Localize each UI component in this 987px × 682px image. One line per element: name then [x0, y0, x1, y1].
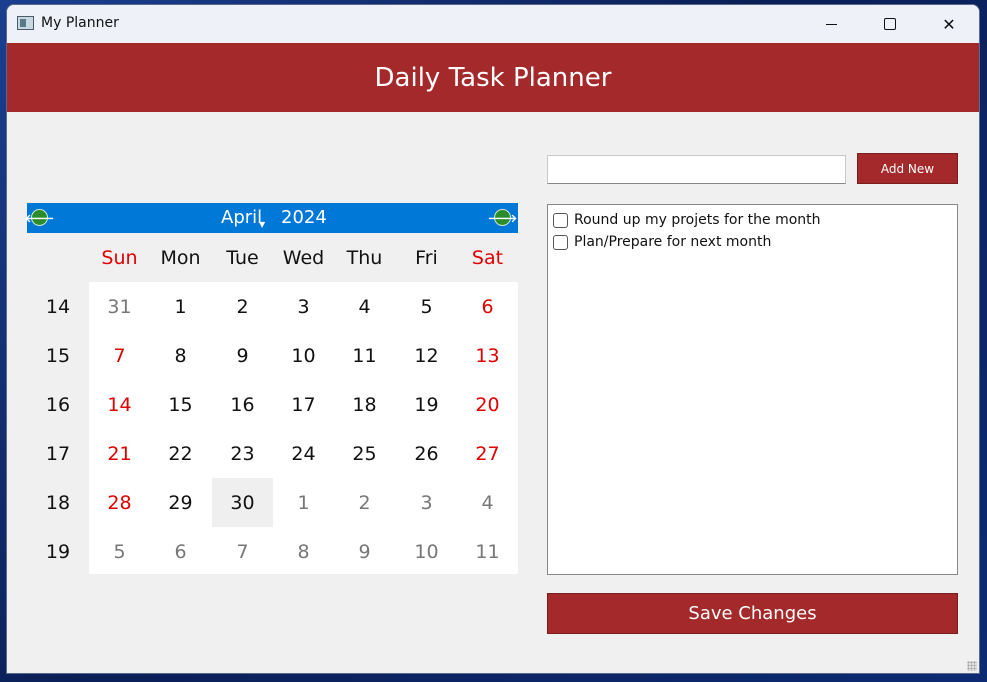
calendar-day[interactable]: 5	[396, 282, 457, 331]
save-changes-button[interactable]: Save Changes	[547, 593, 958, 634]
calendar-day[interactable]: 6	[457, 282, 518, 331]
weekday-label: Sun	[101, 246, 138, 269]
task-item[interactable]: Plan/Prepare for next month	[553, 232, 771, 252]
weekday-label: Tue	[226, 246, 259, 269]
calendar-navigation-bar: 🡐 April ▼ 2024 🡒	[25, 203, 518, 233]
calendar-day[interactable]: 1	[150, 282, 211, 331]
weekday-label: Mon	[160, 246, 201, 269]
week-number: 19	[45, 540, 71, 563]
left-arrow-icon: 🡐	[24, 211, 55, 225]
calendar-day[interactable]: 16	[212, 380, 273, 429]
calendar-day[interactable]: 6	[150, 527, 211, 576]
calendar-day[interactable]: 7	[212, 527, 273, 576]
calendar-day[interactable]: 5	[89, 527, 150, 576]
right-arrow-icon: 🡒	[487, 211, 518, 225]
task-input[interactable]	[547, 155, 846, 184]
calendar-day[interactable]: 25	[334, 429, 395, 478]
calendar-day[interactable]: 15	[150, 380, 211, 429]
calendar-day[interactable]: 31	[89, 282, 150, 331]
calendar-day[interactable]: 22	[150, 429, 211, 478]
calendar-day[interactable]: 4	[457, 478, 518, 527]
close-icon: ✕	[942, 14, 956, 34]
calendar-day[interactable]: 9	[334, 527, 395, 576]
calendar-day[interactable]: 20	[457, 380, 518, 429]
calendar-day[interactable]: 8	[273, 527, 334, 576]
minimize-button[interactable]	[802, 5, 860, 43]
week-number: 16	[45, 393, 71, 416]
page-header: Daily Task Planner	[7, 43, 979, 112]
calendar-day[interactable]: 4	[334, 282, 395, 331]
minimize-icon	[825, 23, 837, 25]
next-month-button[interactable]: 🡒	[488, 209, 517, 226]
calendar-day[interactable]: 14	[89, 380, 150, 429]
weekday-label: Fri	[415, 246, 438, 269]
task-checkbox[interactable]	[553, 234, 568, 250]
calendar-day[interactable]: 2	[212, 282, 273, 331]
resize-grip-icon[interactable]	[967, 661, 977, 671]
year-selector[interactable]: 2024	[281, 207, 327, 228]
task-label: Round up my projets for the month	[574, 212, 821, 228]
calendar-day[interactable]: 13	[457, 331, 518, 380]
maximize-button[interactable]	[861, 5, 919, 43]
calendar-day[interactable]: 26	[396, 429, 457, 478]
calendar-day[interactable]: 2	[334, 478, 395, 527]
calendar-day[interactable]: 11	[334, 331, 395, 380]
calendar-day[interactable]: 3	[396, 478, 457, 527]
weekday-header: Sun Mon Tue Wed Thu Fri Sat	[27, 233, 518, 282]
app-icon	[17, 16, 34, 30]
calendar-day[interactable]: 27	[457, 429, 518, 478]
calendar-day[interactable]: 21	[89, 429, 150, 478]
page-title: Daily Task Planner	[374, 62, 612, 93]
task-item[interactable]: Round up my projets for the month	[553, 210, 821, 230]
app-window: My Planner ✕ Daily Task Planner 🡐 April …	[6, 4, 980, 674]
prev-month-button[interactable]: 🡐	[25, 209, 54, 226]
week-number: 17	[45, 442, 71, 465]
weekday-label: Wed	[282, 246, 325, 269]
task-checkbox[interactable]	[553, 212, 568, 228]
title-bar[interactable]: My Planner ✕	[7, 5, 979, 43]
week-number: 18	[45, 491, 71, 514]
calendar-day[interactable]: 12	[396, 331, 457, 380]
calendar-day[interactable]: 11	[457, 527, 518, 576]
add-new-button[interactable]: Add New	[857, 153, 958, 184]
calendar-day[interactable]: 1	[273, 478, 334, 527]
calendar-day[interactable]: 30	[212, 478, 273, 527]
close-button[interactable]: ✕	[920, 5, 978, 43]
calendar-widget[interactable]: 🡐 April ▼ 2024 🡒 Sun Mon Tue Wed Thu Fri Sat 1…	[25, 203, 518, 576]
calendar-day[interactable]: 17	[273, 380, 334, 429]
week-number: 15	[45, 344, 71, 367]
task-list[interactable]: Round up my projets for the month Plan/P…	[547, 204, 958, 575]
weekday-label: Sat	[471, 246, 504, 269]
calendar-day[interactable]: 10	[396, 527, 457, 576]
chevron-down-icon: ▼	[259, 220, 266, 229]
week-number: 14	[45, 295, 71, 318]
calendar-day[interactable]: 29	[150, 478, 211, 527]
calendar-day[interactable]: 8	[150, 331, 211, 380]
week-number-column: 14 15 16 17 18 19	[27, 282, 89, 574]
weekday-label: Thu	[346, 246, 383, 269]
calendar-day[interactable]: 10	[273, 331, 334, 380]
month-selector[interactable]: April	[221, 207, 262, 228]
calendar-day[interactable]: 3	[273, 282, 334, 331]
calendar-day[interactable]: 28	[89, 478, 150, 527]
calendar-day[interactable]: 19	[396, 380, 457, 429]
calendar-day[interactable]: 23	[212, 429, 273, 478]
window-title: My Planner	[41, 15, 119, 31]
calendar-day[interactable]: 7	[89, 331, 150, 380]
calendar-day[interactable]: 9	[212, 331, 273, 380]
calendar-day[interactable]: 18	[334, 380, 395, 429]
calendar-day[interactable]: 24	[273, 429, 334, 478]
task-label: Plan/Prepare for next month	[574, 234, 772, 250]
maximize-icon	[884, 18, 896, 30]
